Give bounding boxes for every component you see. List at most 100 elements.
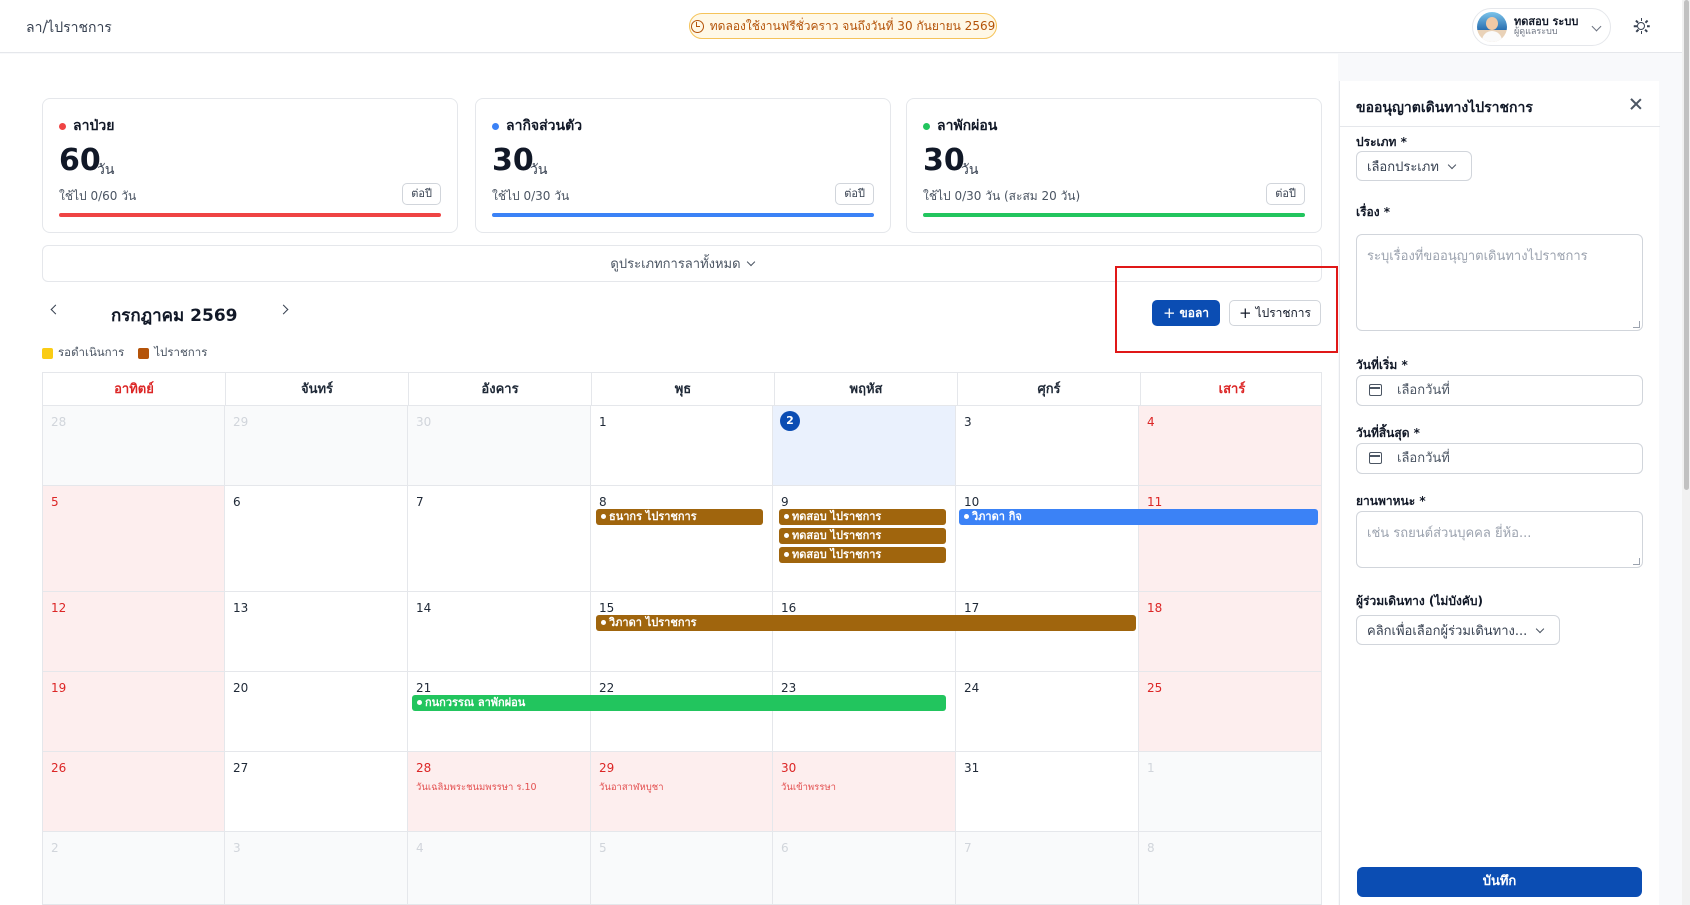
calendar-day-cell[interactable]: 26 [43, 752, 225, 832]
start-date-input[interactable]: เลือกวันที่ [1356, 375, 1643, 406]
calendar-day-cell[interactable]: 10 [956, 486, 1139, 592]
end-date-value: เลือกวันที่ [1397, 451, 1450, 466]
calendar-day-cell[interactable]: 5 [43, 486, 225, 592]
calendar-day-cell[interactable]: 29 [225, 406, 408, 486]
calendar-day-cell[interactable]: 17 [956, 592, 1139, 672]
calendar-day-cell[interactable]: 1 [591, 406, 773, 486]
trial-text: ทดลองใช้งานฟรีชั่วคราว จนถึงวันที่ 30 กั… [709, 18, 996, 33]
calendar-event[interactable]: วิภาดา ไปราชการ [596, 615, 1136, 631]
sun-icon[interactable] [1633, 18, 1650, 34]
calendar-day-cell[interactable]: 2 [43, 832, 225, 904]
card-period-badge: ต่อปี [402, 183, 441, 205]
calendar-day-cell[interactable]: 21 [408, 672, 591, 752]
calendar-event[interactable]: กนกวรรณ ลาพักผ่อน [412, 695, 946, 711]
calendar-day-cell[interactable]: 8 [1139, 832, 1321, 904]
calendar-day-cell[interactable]: 5 [591, 832, 773, 904]
weekday-sat: เสาร์ [1218, 382, 1246, 397]
calendar-day-cell[interactable]: 20 [225, 672, 408, 752]
calendar-day-cell[interactable]: 29 วันอาสาฬหบูชา [591, 752, 773, 832]
card-used: ใช้ไป 0/30 วัน [492, 189, 570, 203]
type-select[interactable]: เลือกประเภท [1356, 151, 1472, 181]
calendar-event[interactable]: วิภาดา กิจ [959, 509, 1318, 525]
day-number: 8 [1147, 841, 1155, 855]
view-all-label: ดูประเภทการลาทั้งหมด [610, 257, 741, 272]
calendar-day-cell[interactable]: 16 [773, 592, 956, 672]
calendar-day-cell[interactable]: 6 [225, 486, 408, 592]
day-number: 19 [51, 681, 67, 695]
calendar-day-cell[interactable]: 12 [43, 592, 225, 672]
day-number: 1 [1147, 761, 1155, 775]
calendar-day-cell[interactable]: 25 [1139, 672, 1321, 752]
calendar-day-cell[interactable]: 31 [956, 752, 1139, 832]
day-number: 1 [599, 415, 607, 429]
day-number: 6 [781, 841, 789, 855]
weekday-fri: ศุกร์ [958, 373, 1141, 405]
day-number: 12 [51, 601, 67, 615]
calendar-day-cell[interactable]: 8 [591, 486, 773, 592]
calendar-day-cell[interactable]: 23 [773, 672, 956, 752]
panel-title: ขออนุญาตเดินทางไปราชการ [1356, 100, 1533, 116]
calendar-day-cell[interactable]: 22 [591, 672, 773, 752]
calendar-day-cell[interactable]: 30 วันเข้าพรรษา [773, 752, 956, 832]
calendar-day-cell[interactable]: 13 [225, 592, 408, 672]
prev-month-icon[interactable] [50, 304, 61, 315]
chevron-down-icon [1447, 160, 1457, 169]
close-icon[interactable] [1630, 98, 1642, 110]
calendar-event[interactable]: ธนากร ไปราชการ [596, 509, 763, 525]
vehicle-textarea[interactable]: เช่น รถยนต์ส่วนบุคคล ยี่ห้อ... [1356, 511, 1643, 568]
breadcrumb: ลา/ไปราชการ [26, 20, 112, 36]
card-used: ใช้ไป 0/30 วัน (สะสม 20 วัน) [923, 189, 1081, 203]
calendar-day-cell[interactable]: 27 [225, 752, 408, 832]
calendar-day-cell[interactable]: 18 [1139, 592, 1321, 672]
day-number: 7 [964, 841, 972, 855]
scrollbar-thumb[interactable] [1684, 0, 1689, 490]
day-number: 17 [964, 601, 980, 615]
calendar-legend: รอดำเนินการ ไปราชการ [42, 344, 207, 362]
calendar-icon [1369, 452, 1382, 464]
day-number: 29 [233, 415, 249, 429]
day-number: 3 [964, 415, 972, 429]
user-menu[interactable]: ทดสอบ ระบบ ผู้ดูแลระบบ [1472, 8, 1611, 46]
end-date-input[interactable]: เลือกวันที่ [1356, 443, 1643, 474]
day-number: 7 [416, 495, 424, 509]
calendar-day-cell[interactable]: 7 [408, 486, 591, 592]
companions-select[interactable]: คลิกเพื่อเลือกผู้ร่วมเดินทาง... [1356, 615, 1560, 645]
calendar-icon [1369, 384, 1382, 396]
calendar-event[interactable]: ทดสอบ ไปราชการ [779, 528, 946, 544]
day-number: 30 [416, 415, 432, 429]
weekday-thu: พฤหัส [775, 373, 958, 405]
calendar-day-cell[interactable]: 2 [773, 406, 956, 486]
calendar-day-cell[interactable]: 4 [1139, 406, 1321, 486]
card-period-badge: ต่อปี [1266, 183, 1305, 205]
calendar-day-cell[interactable]: 4 [408, 832, 591, 904]
type-label: ประเภท * [1356, 135, 1407, 149]
calendar-day-cell[interactable]: 14 [408, 592, 591, 672]
subject-textarea[interactable]: ระบุเรื่องที่ขออนุญาตเดินทางไปราชการ [1356, 234, 1643, 331]
calendar-day-cell[interactable]: 7 [956, 832, 1139, 904]
calendar-day-cell[interactable]: 1 [1139, 752, 1321, 832]
day-number: 18 [1147, 601, 1163, 615]
holiday-label: วันอาสาฬหบูชา [599, 782, 664, 793]
card-days: 60 [59, 143, 101, 178]
month-calendar: อาทิตย์ จันทร์ อังคาร พุธ พฤหัส ศุกร์ เส… [42, 372, 1322, 905]
calendar-day-cell[interactable]: 6 [773, 832, 956, 904]
next-month-icon[interactable] [278, 304, 289, 315]
calendar-day-cell[interactable]: 11 [1139, 486, 1321, 592]
calendar-day-cell[interactable]: 30 [408, 406, 591, 486]
calendar-event[interactable]: ทดสอบ ไปราชการ [779, 547, 946, 563]
calendar-day-cell[interactable]: 3 [225, 832, 408, 904]
save-button[interactable]: บันทึก [1357, 867, 1642, 897]
dot-icon [923, 122, 930, 130]
day-number: 28 [416, 761, 432, 775]
calendar-day-cell[interactable]: 28 วันเฉลิมพระชนมพรรษา ร.10 [408, 752, 591, 832]
day-number: 21 [416, 681, 432, 695]
calendar-day-cell[interactable]: 19 [43, 672, 225, 752]
calendar-day-cell[interactable]: 24 [956, 672, 1139, 752]
calendar-event[interactable]: ทดสอบ ไปราชการ [779, 509, 946, 525]
day-number: 24 [964, 681, 980, 695]
calendar-day-cell[interactable]: 3 [956, 406, 1139, 486]
day-number: 29 [599, 761, 615, 775]
calendar-day-cell[interactable]: 28 [43, 406, 225, 486]
holiday-label: วันเข้าพรรษา [781, 782, 836, 793]
calendar-day-cell[interactable]: 15 [591, 592, 773, 672]
